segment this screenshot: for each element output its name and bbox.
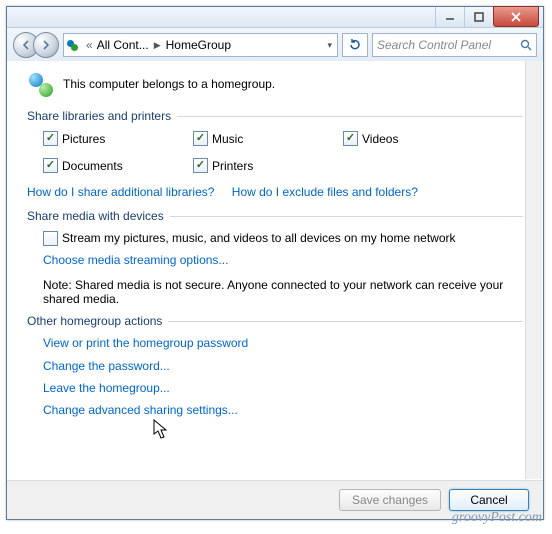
link-leave-homegroup[interactable]: Leave the homegroup... bbox=[43, 381, 170, 395]
check-icon bbox=[43, 158, 58, 173]
search-icon bbox=[520, 39, 532, 51]
cancel-button[interactable]: Cancel bbox=[449, 489, 529, 511]
titlebar bbox=[7, 7, 543, 28]
search-placeholder: Search Control Panel bbox=[377, 38, 491, 52]
checkbox-videos[interactable]: Videos bbox=[343, 131, 493, 146]
content-area: This computer belongs to a homegroup. Sh… bbox=[7, 61, 543, 479]
page-title: This computer belongs to a homegroup. bbox=[63, 77, 275, 91]
homegroup-icon-large bbox=[27, 71, 53, 97]
checkbox-documents[interactable]: Documents bbox=[43, 158, 193, 173]
checkbox-printers[interactable]: Printers bbox=[193, 158, 343, 173]
row-streaming-link: Choose media streaming options... bbox=[43, 251, 523, 270]
save-button[interactable]: Save changes bbox=[339, 489, 441, 511]
section-other-actions: Other homegroup actions bbox=[27, 314, 523, 328]
chevron-right-icon[interactable]: ▶ bbox=[151, 40, 164, 51]
header-row: This computer belongs to a homegroup. bbox=[27, 71, 523, 97]
link-streaming-options[interactable]: Choose media streaming options... bbox=[43, 253, 228, 267]
maximize-button[interactable] bbox=[464, 7, 493, 27]
crumb-prefix: « bbox=[84, 38, 95, 52]
link-view-password[interactable]: View or print the homegroup password bbox=[43, 336, 248, 350]
checkbox-pictures[interactable]: Pictures bbox=[43, 131, 193, 146]
crumb-all-control[interactable]: All Cont... bbox=[97, 38, 149, 52]
checkbox-stream[interactable]: Stream my pictures, music, and videos to… bbox=[43, 229, 523, 248]
chevron-down-icon[interactable]: ▾ bbox=[324, 40, 335, 51]
link-exclude-files[interactable]: How do I exclude files and folders? bbox=[232, 185, 418, 199]
refresh-button[interactable] bbox=[342, 33, 368, 57]
link-share-additional[interactable]: How do I share additional libraries? bbox=[27, 185, 214, 199]
nav-buttons bbox=[13, 32, 59, 58]
close-button[interactable] bbox=[493, 6, 539, 27]
check-icon bbox=[43, 131, 58, 146]
homegroup-icon bbox=[66, 37, 82, 53]
navbar: « All Cont... ▶ HomeGroup ▾ Search Contr… bbox=[7, 28, 543, 63]
link-advanced-sharing[interactable]: Change advanced sharing settings... bbox=[43, 403, 238, 417]
watermark: groovyPost.com bbox=[452, 510, 542, 526]
section-share-libraries: Share libraries and printers bbox=[27, 109, 523, 123]
check-icon bbox=[193, 158, 208, 173]
help-links-row: How do I share additional libraries? How… bbox=[27, 185, 523, 199]
checkbox-music[interactable]: Music bbox=[193, 131, 343, 146]
crumb-homegroup[interactable]: HomeGroup bbox=[166, 38, 231, 52]
minimize-button[interactable] bbox=[435, 7, 464, 27]
check-icon bbox=[193, 131, 208, 146]
check-icon bbox=[343, 131, 358, 146]
row-stream-checkbox: Stream my pictures, music, and videos to… bbox=[43, 229, 523, 248]
window: « All Cont... ▶ HomeGroup ▾ Search Contr… bbox=[6, 6, 544, 520]
share-checkboxes: Pictures Music Videos Documents Printers bbox=[43, 131, 523, 173]
forward-button[interactable] bbox=[33, 32, 59, 58]
section-share-media: Share media with devices bbox=[27, 209, 523, 223]
media-note: Note: Shared media is not secure. Anyone… bbox=[43, 278, 523, 306]
search-input[interactable]: Search Control Panel bbox=[372, 33, 537, 57]
vertical-scrollbar[interactable] bbox=[525, 61, 542, 479]
address-bar[interactable]: « All Cont... ▶ HomeGroup ▾ bbox=[63, 33, 338, 57]
link-change-password[interactable]: Change the password... bbox=[43, 359, 170, 373]
checkbox-icon bbox=[43, 231, 58, 246]
